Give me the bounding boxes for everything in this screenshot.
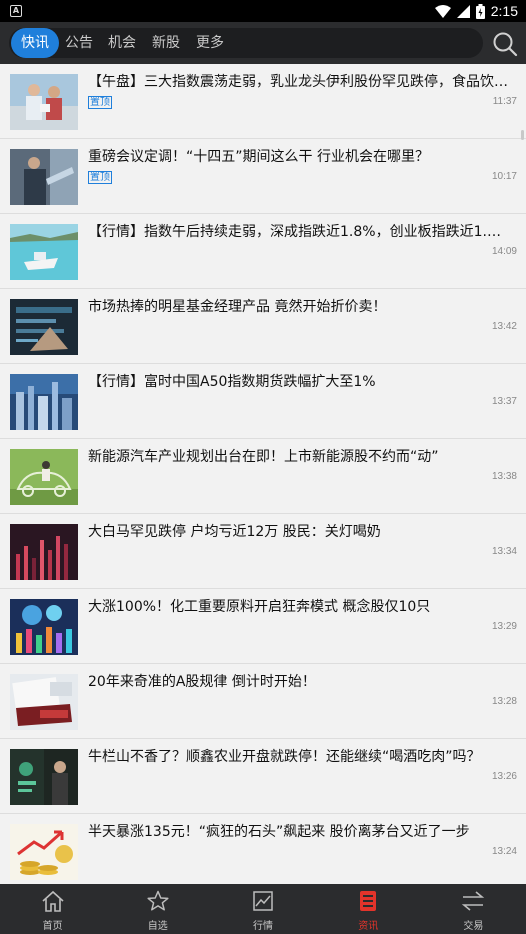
news-item[interactable]: 市场热捧的明星基金经理产品 竟然开始折价卖！ 13:42 xyxy=(0,289,526,364)
star-icon xyxy=(147,890,169,911)
news-time: 13:34 xyxy=(491,546,517,557)
nav-label: 自选 xyxy=(147,921,168,932)
news-thumbnail xyxy=(10,74,78,130)
news-title: 【行情】富时中国A50指数期货跌幅扩大至1% xyxy=(88,374,376,390)
news-item[interactable]: 新能源汽车产业规划出台在即！上市新能源股不约而“动” 13:38 xyxy=(0,439,526,514)
news-title: 【午盘】三大指数震荡走弱，乳业龙头伊利股份罕见跌停，食品饮料板块领跌 xyxy=(88,74,508,90)
news-list: 【午盘】三大指数震荡走弱，乳业龙头伊利股份罕见跌停，食品饮料板块领跌 置顶 11… xyxy=(0,64,526,884)
tab-jihui[interactable]: 机会 xyxy=(108,28,136,58)
news-item[interactable]: 牛栏山不香了？顺鑫农业开盘就跌停！还能继续“喝酒吃肉”吗？ 13:26 xyxy=(0,739,526,814)
nav-label: 首页 xyxy=(42,921,63,932)
news-item[interactable]: 半天暴涨135元！“疯狂的石头”飙起来 股价离茅台又近了一步 13:24 xyxy=(0,814,526,884)
nav-watchlist[interactable]: 自选 xyxy=(105,884,210,934)
signal-icon xyxy=(456,4,470,18)
bottom-navigation: 首页 自选 行情 资讯 交易 xyxy=(0,884,526,934)
news-time: 13:38 xyxy=(491,471,517,482)
news-thumbnail xyxy=(10,599,78,655)
news-item[interactable]: 重磅会议定调！“十四五”期间这么干 行业机会在哪里？ 置顶 10:17 xyxy=(0,139,526,214)
nav-label: 资讯 xyxy=(358,921,379,932)
battery-icon xyxy=(475,3,485,19)
news-time: 13:24 xyxy=(491,846,517,857)
news-item[interactable]: 【行情】指数午后持续走弱，深成指跌近1.8%，创业板指跌近1.3%，乳业股领跌 … xyxy=(0,214,526,289)
nav-trade[interactable]: 交易 xyxy=(421,884,526,934)
news-item[interactable]: 大白马罕见跌停 户均亏近12万 股民：关灯喝奶 13:34 xyxy=(0,514,526,589)
news-icon xyxy=(360,891,377,911)
tab-gengduo[interactable]: 更多 xyxy=(196,28,224,58)
clock: 2:15 xyxy=(490,3,518,19)
news-item[interactable]: 大涨100%！化工重要原料开启狂奔模式 概念股仅10只 13:29 xyxy=(0,589,526,664)
news-title: 新能源汽车产业规划出台在即！上市新能源股不约而“动” xyxy=(88,449,439,465)
tab-xingu[interactable]: 新股 xyxy=(152,28,180,58)
status-bar: A 2:15 xyxy=(0,0,526,22)
nav-label: 行情 xyxy=(253,921,273,932)
tab-gonggao[interactable]: 公告 xyxy=(65,28,93,58)
news-item[interactable]: 【午盘】三大指数震荡走弱，乳业龙头伊利股份罕见跌停，食品饮料板块领跌 置顶 11… xyxy=(0,64,526,139)
pinned-badge: 置顶 xyxy=(88,171,112,184)
news-thumbnail xyxy=(10,674,78,730)
news-thumbnail xyxy=(10,524,78,580)
news-title: 牛栏山不香了？顺鑫农业开盘就跌停！还能继续“喝酒吃肉”吗？ xyxy=(88,749,481,765)
pinned-badge: 置顶 xyxy=(88,96,112,109)
news-time: 13:42 xyxy=(491,321,517,332)
tab-kuaixun[interactable]: 快讯 xyxy=(11,28,59,58)
news-title: 大涨100%！化工重要原料开启狂奔模式 概念股仅10只 xyxy=(88,599,431,615)
news-category-bar: 快讯 公告 机会 新股 更多 xyxy=(0,22,526,64)
status-icons: 2:15 xyxy=(434,2,518,20)
chart-icon xyxy=(253,891,273,911)
nav-market[interactable]: 行情 xyxy=(210,884,315,934)
news-thumbnail xyxy=(10,299,78,355)
news-thumbnail xyxy=(10,374,78,430)
news-title: 重磅会议定调！“十四五”期间这么干 行业机会在哪里？ xyxy=(88,149,429,165)
news-time: 13:28 xyxy=(491,696,517,707)
news-thumbnail xyxy=(10,749,78,805)
news-title: 【行情】指数午后持续走弱，深成指跌近1.8%，创业板指跌近1.3%，乳业股领跌 xyxy=(88,224,508,240)
home-icon xyxy=(42,890,64,912)
news-title: 半天暴涨135元！“疯狂的石头”飙起来 股价离茅台又近了一步 xyxy=(88,824,470,840)
news-time: 13:29 xyxy=(491,621,517,632)
news-item[interactable]: 【行情】富时中国A50指数期货跌幅扩大至1% 13:37 xyxy=(0,364,526,439)
news-time: 14:09 xyxy=(491,246,517,257)
news-title: 大白马罕见跌停 户均亏近12万 股民：关灯喝奶 xyxy=(88,524,381,540)
nav-news[interactable]: 资讯 xyxy=(316,884,421,934)
news-time: 13:37 xyxy=(491,396,517,407)
app-notification-icon: A xyxy=(10,5,22,17)
news-thumbnail xyxy=(10,824,78,880)
news-item[interactable]: 20年来奇准的A股规律 倒计时开始！ 13:28 xyxy=(0,664,526,739)
news-thumbnail xyxy=(10,449,78,505)
nav-home[interactable]: 首页 xyxy=(0,884,105,934)
news-title: 市场热捧的明星基金经理产品 竟然开始折价卖！ xyxy=(88,299,387,315)
news-time: 13:26 xyxy=(491,771,517,782)
search-icon[interactable] xyxy=(492,31,518,57)
exchange-icon xyxy=(462,891,485,911)
news-thumbnail xyxy=(10,149,78,205)
news-thumbnail xyxy=(10,224,78,280)
news-title: 20年来奇准的A股规律 倒计时开始！ xyxy=(88,674,316,690)
list-scrollbar[interactable] xyxy=(521,130,524,140)
wifi-icon xyxy=(434,4,451,18)
nav-label: 交易 xyxy=(463,921,484,932)
news-time: 10:17 xyxy=(491,171,517,182)
news-time: 11:37 xyxy=(492,96,517,107)
